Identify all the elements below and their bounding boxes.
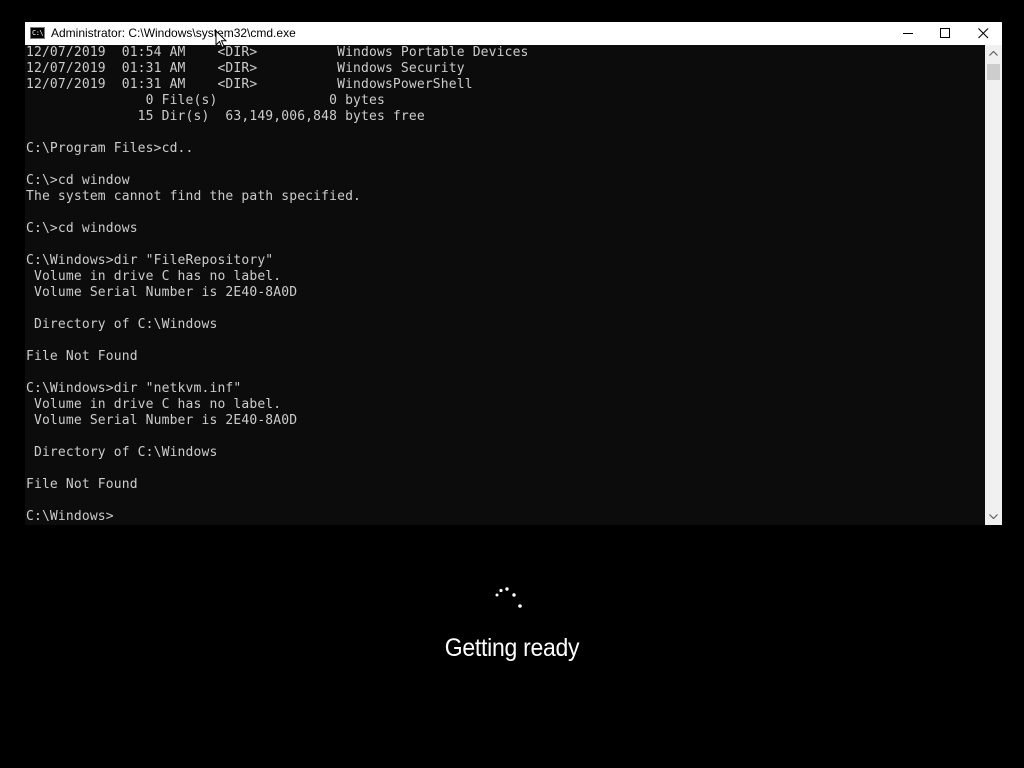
console-line: 15 Dir(s) 63,149,006,848 bytes free (26, 109, 425, 124)
console-line: 12/07/2019 01:31 AM <DIR> Windows Securi… (26, 61, 465, 76)
chevron-up-icon (989, 51, 998, 56)
maximize-button[interactable] (926, 22, 964, 45)
console-line: 12/07/2019 01:31 AM <DIR> WindowsPowerSh… (26, 77, 473, 92)
console-line: 12/07/2019 01:54 AM <DIR> Windows Portab… (26, 45, 529, 60)
maximize-icon (940, 28, 950, 38)
minimize-button[interactable] (889, 22, 927, 45)
console-line: C:\Windows>dir "FileRepository" (26, 253, 274, 268)
cmd-window[interactable]: C:\ Administrator: C:\Windows\system32\c… (25, 22, 1002, 525)
setup-screen: C:\ Administrator: C:\Windows\system32\c… (0, 0, 1024, 768)
console-line: Directory of C:\Windows (26, 445, 218, 460)
cmd-icon-label: C:\ (32, 29, 44, 37)
console-line: Volume Serial Number is 2E40-8A0D (26, 285, 298, 300)
console-line: File Not Found (26, 477, 138, 492)
console-line: Volume in drive C has no label. (26, 397, 282, 412)
console-line: Volume Serial Number is 2E40-8A0D (26, 413, 298, 428)
cmd-icon[interactable]: C:\ (30, 27, 45, 39)
window-title: Administrator: C:\Windows\system32\cmd.e… (51, 26, 296, 40)
scroll-up-button[interactable] (985, 45, 1002, 62)
title-bar[interactable]: C:\ Administrator: C:\Windows\system32\c… (25, 22, 1002, 45)
mouse-pointer-icon (215, 30, 227, 49)
loading-spinner-icon (495, 587, 522, 608)
console-line: C:\>cd windows (26, 221, 138, 236)
minimize-icon (903, 33, 913, 34)
console-line: C:\Program Files>cd.. (26, 141, 194, 156)
console-line: C:\>cd window (26, 173, 130, 188)
setup-status-text: Getting ready (444, 634, 580, 662)
chevron-down-icon (989, 514, 998, 519)
console-line: Volume in drive C has no label. (26, 269, 282, 284)
close-icon (978, 28, 989, 39)
console-line: 0 File(s) 0 bytes (26, 93, 385, 108)
console-line: C:\Windows> (26, 509, 114, 524)
console-line: File Not Found (26, 349, 138, 364)
console-output[interactable]: 12/07/2019 01:54 AM <DIR> Windows Portab… (25, 45, 985, 525)
console-line: C:\Windows>dir "netkvm.inf" (26, 381, 242, 396)
vertical-scrollbar[interactable] (985, 45, 1002, 525)
close-button[interactable] (964, 22, 1002, 45)
console-line: The system cannot find the path specifie… (26, 189, 362, 204)
scroll-down-button[interactable] (985, 508, 1002, 525)
scroll-thumb[interactable] (987, 64, 1000, 80)
console-line: Directory of C:\Windows (26, 317, 218, 332)
